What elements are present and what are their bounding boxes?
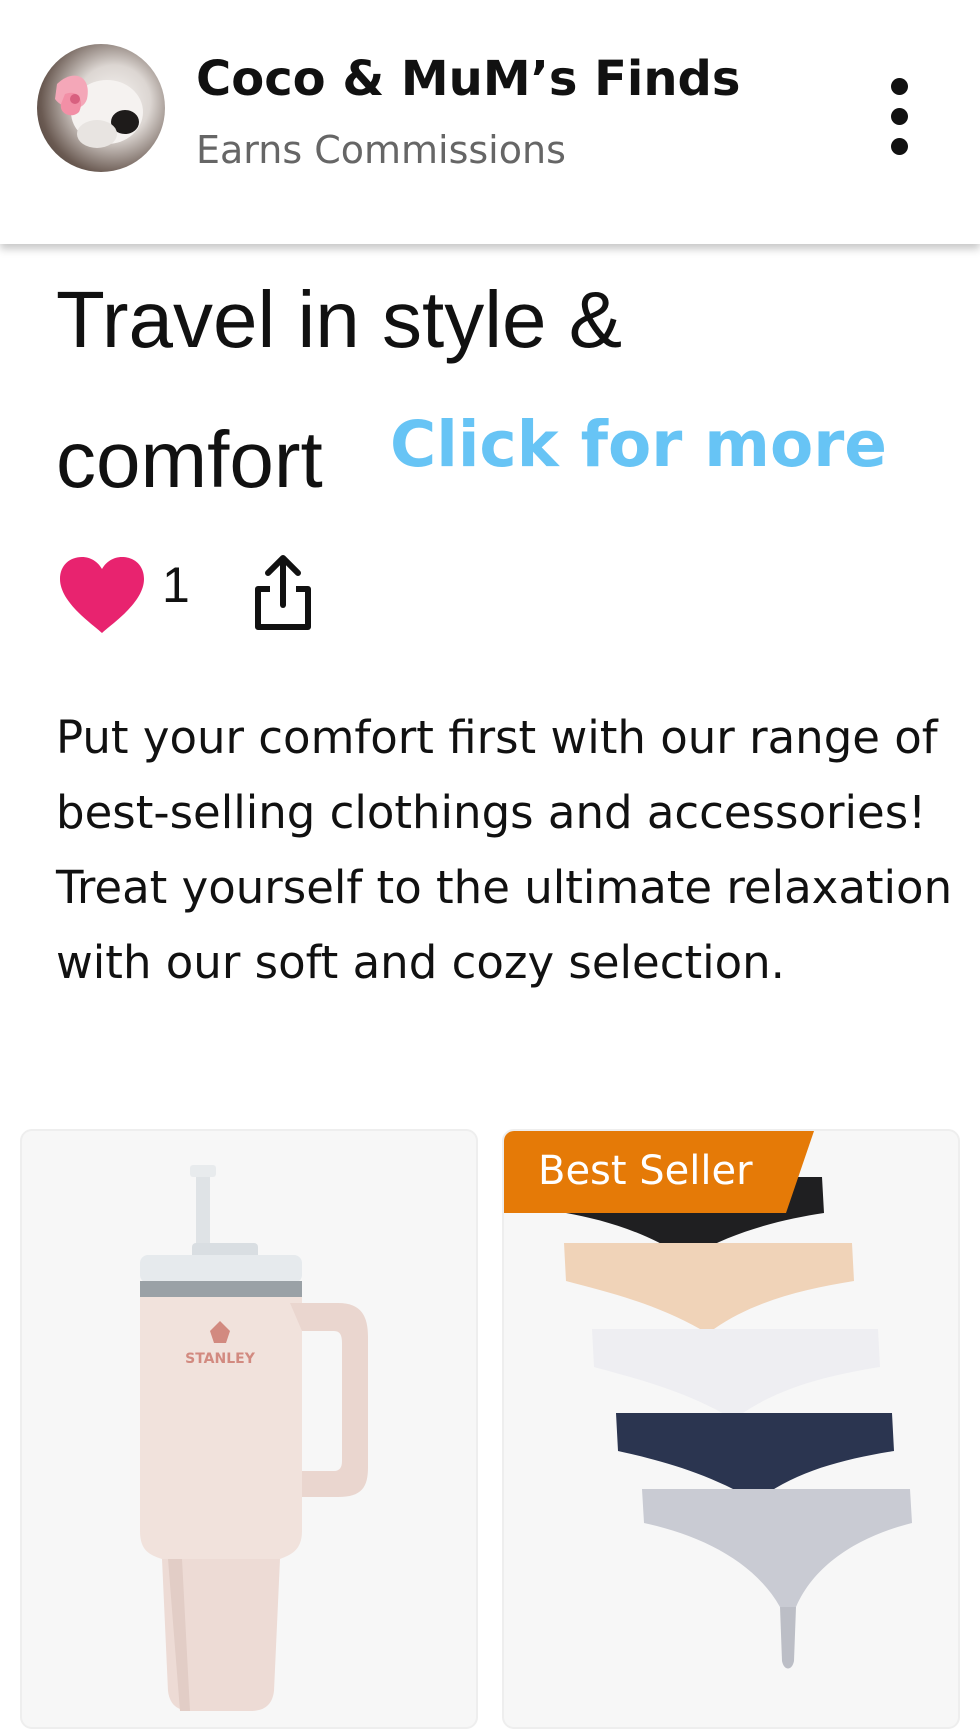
post-description: Put your comfort first with our range of… xyxy=(56,711,953,989)
best-seller-badge-label: Best Seller xyxy=(538,1148,753,1194)
heart-icon[interactable] xyxy=(58,555,146,635)
product-image-underwear xyxy=(564,1177,912,1669)
account-subtitle: Earns Commissions xyxy=(196,128,566,172)
avatar-image xyxy=(55,75,143,148)
avatar[interactable] xyxy=(37,44,165,172)
best-seller-badge: Best Seller xyxy=(504,1131,814,1213)
creator-header: Coco & MuM’s Finds Earns Commissions xyxy=(0,0,980,244)
product-image-tumbler: STANLEY xyxy=(140,1165,368,1711)
share-icon[interactable] xyxy=(250,553,316,633)
click-for-more-link[interactable]: Click for more xyxy=(390,400,887,490)
like-count: 1 xyxy=(162,557,190,613)
product-brand-text: STANLEY xyxy=(185,1351,256,1367)
account-name[interactable]: Coco & MuM’s Finds xyxy=(196,44,740,114)
product-card-tumbler[interactable]: STANLEY xyxy=(20,1129,478,1729)
product-card-underwear[interactable]: Best Seller xyxy=(502,1129,960,1729)
more-vertical-icon[interactable] xyxy=(880,72,920,162)
post-title-line1: Travel in style & xyxy=(56,275,623,364)
